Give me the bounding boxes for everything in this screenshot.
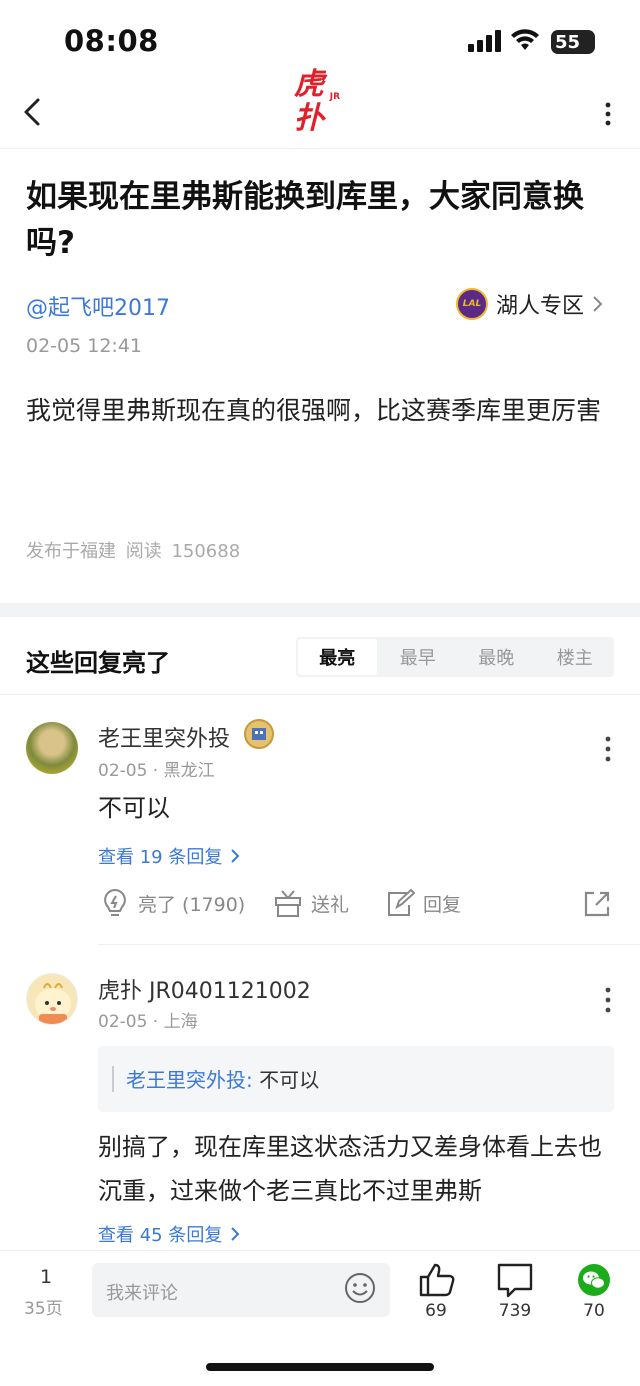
post-title: 如果现在里弗斯能换到库里，大家同意换吗? [26, 179, 584, 261]
lit-replies-title: 这些回复亮了 [26, 649, 170, 677]
comment-placeholder: 我来评论 [106, 1283, 178, 1304]
avatar-cartoon-icon [35, 983, 71, 1024]
battery-level: 55 [555, 31, 581, 53]
comment-meta: 02-05 · 黑龙江 [98, 761, 215, 781]
avatar[interactable] [26, 973, 78, 1025]
zone-link[interactable]: LAL 湖人专区 [456, 288, 604, 320]
chevron-right-icon [231, 849, 240, 863]
post-meta: 发布于福建 阅读 150688 [26, 541, 241, 562]
post-author[interactable]: @起飞吧2017 [26, 290, 170, 322]
edit-reply-icon [388, 888, 415, 916]
tab-latest[interactable]: 最晚 [457, 637, 536, 677]
page-total[interactable]: 35页 [24, 1294, 63, 1319]
view-replies-label: 查看 45 条回复 [98, 1225, 223, 1246]
logo-sup: JR [329, 92, 340, 102]
cellular-signal-icon [468, 30, 501, 52]
like-count: 69 [425, 1301, 447, 1321]
comment-bubble-icon[interactable] [496, 1262, 534, 1298]
section-divider [0, 603, 640, 617]
wechat-share-icon[interactable] [578, 1264, 610, 1296]
light-button[interactable]: 亮了 (1790) [100, 887, 245, 919]
post-date: 02-05 12:41 [26, 335, 143, 357]
comment-count: 739 [498, 1301, 532, 1321]
more-options-icon[interactable] [598, 98, 618, 130]
home-indicator[interactable] [206, 1363, 434, 1371]
quote-body: 不可以 [252, 1068, 320, 1092]
comment-username[interactable]: 老王里突外投 [98, 721, 230, 753]
avatar[interactable] [26, 722, 78, 774]
reply-label: 回复 [423, 893, 462, 916]
share-icon[interactable] [582, 889, 612, 919]
comment-meta: 02-05 · 上海 [98, 1012, 198, 1032]
tab-op[interactable]: 楼主 [536, 637, 615, 677]
zone-label: 湖人专区 [496, 294, 585, 319]
tab-earliest[interactable]: 最早 [379, 637, 458, 677]
gift-button[interactable]: 送礼 [273, 887, 349, 919]
quote-bar [112, 1066, 114, 1092]
zone-logo-text: LAL [462, 299, 482, 309]
status-time: 08:08 [64, 24, 159, 58]
sort-tabs: 最亮 最早 最晚 楼主 [296, 637, 614, 677]
gift-label: 送礼 [311, 893, 350, 916]
battery-icon: 55 [551, 30, 595, 54]
wifi-icon [511, 29, 539, 50]
comment-divider [98, 944, 640, 945]
comment-more-icon[interactable] [604, 735, 612, 765]
chevron-right-icon [231, 1227, 240, 1241]
header-divider [0, 148, 640, 149]
back-arrow-icon[interactable] [18, 92, 48, 132]
share-count: 70 [583, 1301, 605, 1321]
logo-text: 虎扑 [294, 67, 324, 136]
page-current[interactable]: 1 [38, 1266, 54, 1288]
light-label: 亮了 (1790) [138, 893, 246, 916]
reply-button[interactable]: 回复 [385, 887, 461, 919]
view-replies-label: 查看 19 条回复 [98, 847, 223, 868]
post-content: 我觉得里弗斯现在真的很强啊，比这赛季库里更厉害 [26, 396, 602, 425]
view-replies-link[interactable]: 查看 19 条回复 [98, 843, 240, 869]
chevron-right-icon [593, 296, 603, 312]
quote-author[interactable]: 老王里突外投: [126, 1068, 253, 1092]
emoji-icon[interactable] [344, 1272, 376, 1304]
gift-icon [275, 890, 301, 917]
view-replies-link[interactable]: 查看 45 条回复 [98, 1221, 240, 1247]
tabs-divider [0, 694, 640, 695]
comment-text: 别搞了，现在库里这状态活力又差身体看上去也沉重，过来做个老三真比不过里弗斯 [98, 1133, 602, 1205]
lightbulb-icon [104, 888, 126, 916]
quote-text: 老王里突外投: 不可以 [126, 1064, 319, 1093]
comment-text: 不可以 [98, 794, 170, 822]
user-badge-icon [244, 719, 274, 749]
thumbs-up-icon[interactable] [418, 1262, 456, 1298]
comment-more-icon[interactable] [604, 986, 612, 1016]
hupu-logo: JR 虎扑 [294, 68, 346, 136]
lakers-logo-icon: LAL [456, 288, 488, 320]
comment-username[interactable]: 虎扑 JR0401121002 [98, 973, 311, 1005]
tab-brightest[interactable]: 最亮 [298, 639, 377, 675]
